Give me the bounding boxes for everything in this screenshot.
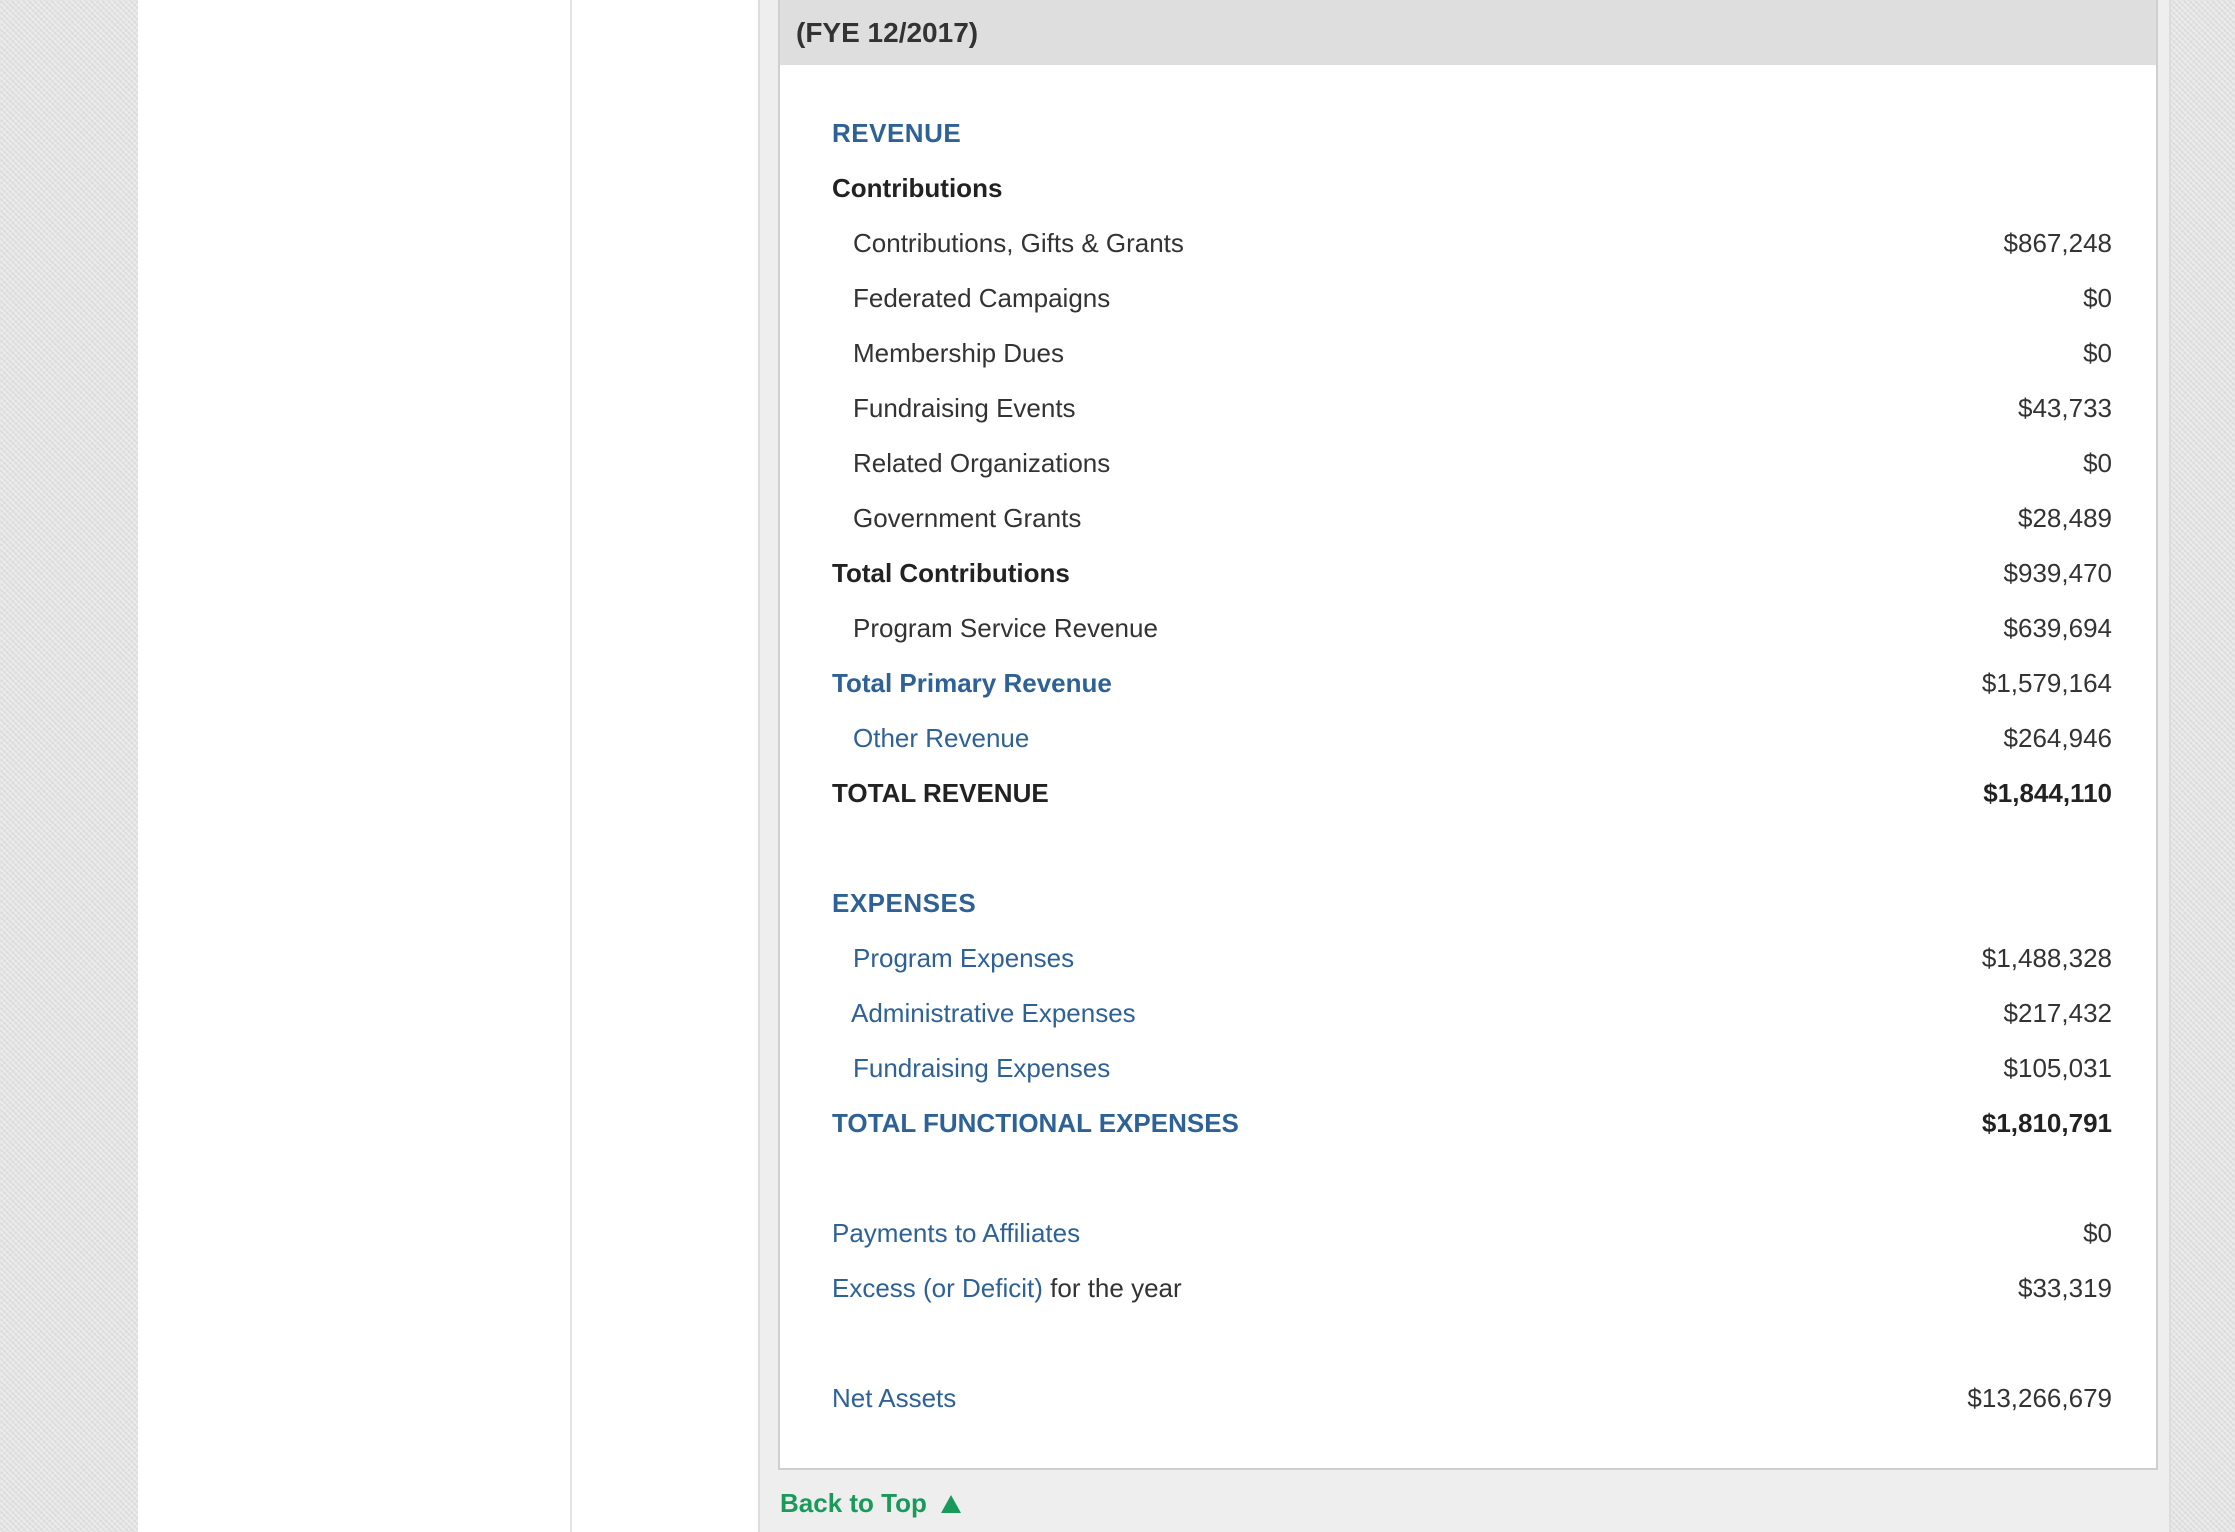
total-primary-revenue-link[interactable]: Total Primary Revenue <box>832 668 1112 699</box>
revenue-item-label: Membership Dues <box>853 338 1064 368</box>
fiscal-year-label: (FYE 12/2017) <box>796 16 979 48</box>
fundraising-expenses-row: Fundraising Expenses $105,031 <box>832 1041 2112 1096</box>
back-to-top-link[interactable]: Back to Top <box>780 1488 961 1519</box>
revenue-item-value: $0 <box>2083 338 2112 368</box>
revenue-item-label: Government Grants <box>853 503 1082 533</box>
other-revenue-link[interactable]: Other Revenue <box>832 723 1029 754</box>
total-revenue-value: $1,844,110 <box>1983 778 2112 808</box>
revenue-item-row: Fundraising Events $43,733 <box>832 381 2112 436</box>
program-expenses-row: Program Expenses $1,488,328 <box>832 931 2112 986</box>
total-functional-expenses-row: TOTAL FUNCTIONAL EXPENSES $1,810,791 <box>832 1096 2112 1151</box>
total-revenue-row: TOTAL REVENUE $1,844,110 <box>832 766 2112 821</box>
administrative-expenses-value: $217,432 <box>2003 998 2112 1028</box>
total-contributions-label: Total Contributions <box>832 558 1070 588</box>
revenue-item-label: Fundraising Events <box>853 393 1076 423</box>
payments-to-affiliates-link[interactable]: Payments to Affiliates <box>832 1218 1080 1249</box>
revenue-item-value: $28,489 <box>2018 503 2112 533</box>
fiscal-year-header: (FYE 12/2017) <box>780 0 2156 65</box>
revenue-item-label: Federated Campaigns <box>853 283 1111 313</box>
revenue-heading: REVENUE <box>832 118 962 148</box>
contributions-heading-row: Contributions <box>832 161 2112 216</box>
revenue-item-row: Contributions, Gifts & Grants $867,248 <box>832 216 2112 271</box>
contributions-heading: Contributions <box>832 173 1003 203</box>
excess-deficit-suffix: for the year <box>1042 1273 1182 1303</box>
program-expenses-link[interactable]: Program Expenses <box>832 943 1074 974</box>
program-service-revenue-row: Program Service Revenue $639,694 <box>832 601 2112 656</box>
other-revenue-row: Other Revenue $264,946 <box>832 711 2112 766</box>
back-to-top-label: Back to Top <box>780 1488 927 1518</box>
payments-to-affiliates-row: Payments to Affiliates $0 <box>832 1206 2112 1261</box>
net-assets-row: Net Assets $13,266,679 <box>832 1371 2112 1426</box>
total-contributions-row: Total Contributions $939,470 <box>832 546 2112 601</box>
program-service-revenue-value: $639,694 <box>2003 613 2112 643</box>
page-column: (FYE 12/2017) REVENUE Contributions Cont… <box>138 0 2171 1532</box>
revenue-item-value: $0 <box>2083 283 2112 313</box>
excess-deficit-row: Excess (or Deficit) for the year $33,319 <box>832 1261 2112 1316</box>
net-assets-value: $13,266,679 <box>1967 1383 2112 1413</box>
total-functional-expenses-link[interactable]: TOTAL FUNCTIONAL EXPENSES <box>832 1108 1239 1139</box>
financials-table-box: (FYE 12/2017) REVENUE Contributions Cont… <box>778 0 2158 1470</box>
fundraising-expenses-value: $105,031 <box>2003 1053 2112 1083</box>
excess-deficit-label: Excess (or Deficit) for the year <box>832 1273 1182 1304</box>
revenue-item-label: Contributions, Gifts & Grants <box>853 228 1184 258</box>
revenue-item-row: Government Grants $28,489 <box>832 491 2112 546</box>
revenue-item-row: Related Organizations $0 <box>832 436 2112 491</box>
total-primary-revenue-value: $1,579,164 <box>1981 668 2112 698</box>
administrative-expenses-row: Administrative Expenses $217,432 <box>832 986 2112 1041</box>
net-assets-link[interactable]: Net Assets <box>832 1383 956 1414</box>
program-expenses-value: $1,488,328 <box>1981 943 2112 973</box>
revenue-item-value: $0 <box>2083 448 2112 478</box>
total-primary-revenue-row: Total Primary Revenue $1,579,164 <box>832 656 2112 711</box>
total-contributions-value: $939,470 <box>2003 558 2112 588</box>
revenue-item-label: Related Organizations <box>853 448 1111 478</box>
content-area: (FYE 12/2017) REVENUE Contributions Cont… <box>622 0 2174 1532</box>
total-functional-expenses-value: $1,810,791 <box>1981 1108 2112 1138</box>
revenue-item-value: $43,733 <box>2018 393 2112 423</box>
other-revenue-value: $264,946 <box>2003 723 2112 753</box>
revenue-item-row: Membership Dues $0 <box>832 326 2112 381</box>
excess-deficit-link[interactable]: Excess (or Deficit) <box>832 1273 1043 1303</box>
financials-panel: (FYE 12/2017) REVENUE Contributions Cont… <box>758 0 2171 1532</box>
payments-to-affiliates-value: $0 <box>2083 1218 2112 1248</box>
revenue-heading-row: REVENUE <box>832 106 2112 161</box>
financial-table: REVENUE Contributions Contributions, Gif… <box>832 106 2112 1426</box>
program-service-revenue-label: Program Service Revenue <box>853 613 1158 643</box>
expenses-heading-row: EXPENSES <box>832 876 2112 931</box>
excess-deficit-value: $33,319 <box>2018 1273 2112 1303</box>
expenses-heading: EXPENSES <box>832 888 977 918</box>
total-revenue-label: TOTAL REVENUE <box>832 778 1049 808</box>
triangle-up-icon <box>940 1494 961 1513</box>
administrative-expenses-link[interactable]: Administrative Expenses <box>832 998 1136 1029</box>
revenue-item-row: Federated Campaigns $0 <box>832 271 2112 326</box>
fundraising-expenses-link[interactable]: Fundraising Expenses <box>832 1053 1110 1084</box>
revenue-item-value: $867,248 <box>2003 228 2112 258</box>
left-sidebar <box>138 0 572 1532</box>
